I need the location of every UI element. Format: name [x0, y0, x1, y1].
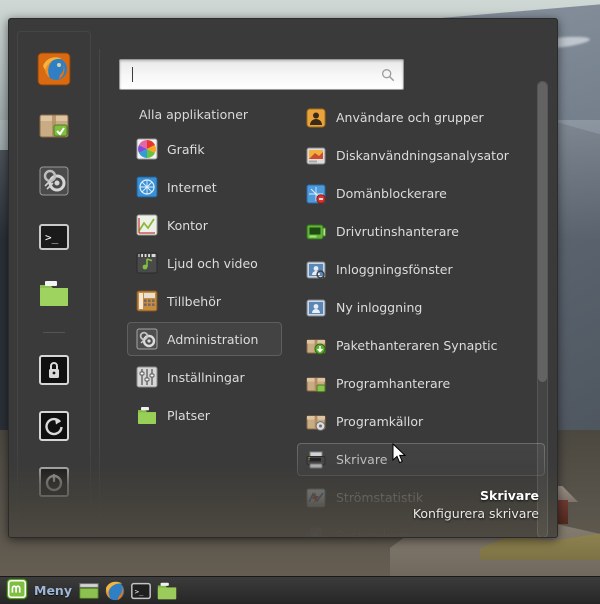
internet-icon — [136, 176, 158, 198]
category-label: Grafik — [167, 141, 205, 157]
app-label: Domänblockerare — [336, 186, 447, 201]
administration-icon — [136, 328, 158, 350]
svg-text:>_: >_ — [45, 231, 59, 244]
app-label: Drivrutinshanterare — [336, 224, 459, 239]
login-window-icon — [306, 260, 326, 280]
mouse-cursor — [392, 443, 407, 464]
taskbar-menu-button[interactable]: Meny — [4, 577, 78, 604]
app-label: Inloggningsfönster — [336, 262, 453, 277]
category-item-installningar[interactable]: Inställningar — [127, 360, 282, 394]
category-item-tillbehor[interactable]: Tillbehör — [127, 284, 282, 318]
category-label: Administration — [167, 331, 259, 347]
favorite-firefox[interactable] — [35, 50, 73, 88]
category-header: Alla applikationer — [139, 107, 249, 122]
accessories-icon — [136, 290, 158, 312]
power-statistics-icon — [306, 488, 326, 508]
search-input[interactable] — [119, 59, 404, 90]
category-label: Tillbehör — [167, 293, 222, 309]
taskbar-item-firefox[interactable] — [104, 579, 126, 603]
graphics-icon — [136, 138, 158, 160]
synaptic-icon — [306, 336, 326, 356]
app-item-programhanterare[interactable]: Programhanterare — [297, 367, 545, 400]
app-label: Användare och grupper — [336, 110, 484, 125]
favorites-divider — [99, 49, 100, 524]
app-label: Ny inloggning — [336, 300, 423, 315]
app-label: Pakethanteraren Synaptic — [336, 338, 498, 353]
category-label: Ljud och video — [167, 255, 258, 271]
category-label: Inställningar — [167, 369, 245, 385]
taskbar-item-show-desktop[interactable] — [78, 579, 100, 603]
search-area[interactable] — [119, 59, 404, 90]
favorites-separator — [43, 332, 65, 333]
favorite-system-settings[interactable] — [35, 162, 73, 200]
app-item-programkallor[interactable]: Programkällor — [297, 405, 545, 438]
app-label: Diskanvändningsanalysator — [336, 148, 509, 163]
favorite-software-manager[interactable] — [35, 106, 73, 144]
category-item-grafik[interactable]: Grafik — [127, 132, 282, 166]
favorites-sidebar: >_ — [17, 31, 91, 531]
app-item-diskanvandningsanalysator[interactable]: Diskanvändningsanalysator — [297, 139, 545, 172]
category-item-kontor[interactable]: Kontor — [127, 208, 282, 242]
office-icon — [136, 214, 158, 236]
search-icon[interactable] — [381, 68, 395, 82]
app-item-domanblockerare[interactable]: Domänblockerare — [297, 177, 545, 210]
app-label: Strömstatistik — [336, 490, 424, 505]
favorite-files[interactable] — [35, 274, 73, 312]
favorite-logout[interactable] — [35, 407, 73, 445]
system-log-icon — [306, 526, 326, 537]
category-item-administration[interactable]: Administration — [127, 322, 282, 356]
category-list: Alla applikationer Grafik Internet Konto… — [127, 101, 282, 436]
app-item-anvandare-och-grupper[interactable]: Användare och grupper — [297, 101, 545, 134]
users-groups-icon — [306, 108, 326, 128]
linux-mint-logo-icon — [6, 577, 28, 604]
app-item-ny-inloggning[interactable]: Ny inloggning — [297, 291, 545, 324]
category-label: Platser — [167, 407, 210, 423]
disk-usage-icon — [306, 146, 326, 166]
app-item-inloggningsfonster[interactable]: Inloggningsfönster — [297, 253, 545, 286]
places-folder-icon — [136, 404, 158, 426]
application-menu-window[interactable]: >_ Alla applikationer Grafik Internet Ko… — [8, 18, 558, 538]
app-label: Skrivare — [336, 452, 388, 467]
app-label: Programkällor — [336, 414, 424, 429]
app-label: Systemlogg — [336, 528, 410, 538]
app-item-pakethanteraren-synaptic[interactable]: Pakethanteraren Synaptic — [297, 329, 545, 362]
software-manager-icon — [306, 374, 326, 394]
category-label: Kontor — [167, 217, 208, 233]
svg-text:>_: >_ — [135, 586, 144, 595]
category-item-platser[interactable]: Platser — [127, 398, 282, 432]
software-sources-icon — [306, 412, 326, 432]
favorite-lock-screen[interactable] — [35, 351, 73, 389]
category-item-ljud-och-video[interactable]: Ljud och video — [127, 246, 282, 280]
printer-icon — [306, 450, 326, 470]
text-caret — [132, 67, 133, 82]
application-list-scrollbar[interactable] — [537, 81, 548, 537]
app-item-skrivare[interactable]: Skrivare — [297, 443, 545, 476]
new-login-icon — [306, 298, 326, 318]
favorite-quit[interactable] — [35, 463, 73, 501]
taskbar: Meny >_ — [0, 576, 600, 604]
sound-video-icon — [136, 252, 158, 274]
app-label: Programhanterare — [336, 376, 451, 391]
scrollbar-thumb[interactable] — [538, 82, 547, 383]
category-item-internet[interactable]: Internet — [127, 170, 282, 204]
app-item-drivrutinshanterare[interactable]: Drivrutinshanterare — [297, 215, 545, 248]
preferences-icon — [136, 366, 158, 388]
status-subtitle: Konfigurera skrivare — [412, 506, 539, 521]
domain-blocker-icon — [306, 184, 326, 204]
taskbar-menu-label: Meny — [34, 583, 72, 598]
favorite-terminal[interactable]: >_ — [35, 218, 73, 256]
driver-manager-icon — [306, 222, 326, 242]
category-label: Internet — [167, 179, 217, 195]
status-area: Skrivare Konfigurera skrivare — [413, 487, 539, 523]
taskbar-item-terminal[interactable]: >_ — [130, 579, 152, 603]
taskbar-item-files[interactable] — [156, 579, 178, 603]
status-title: Skrivare — [480, 488, 539, 503]
application-list: Användare och grupper Diskanvändningsana… — [297, 101, 545, 538]
